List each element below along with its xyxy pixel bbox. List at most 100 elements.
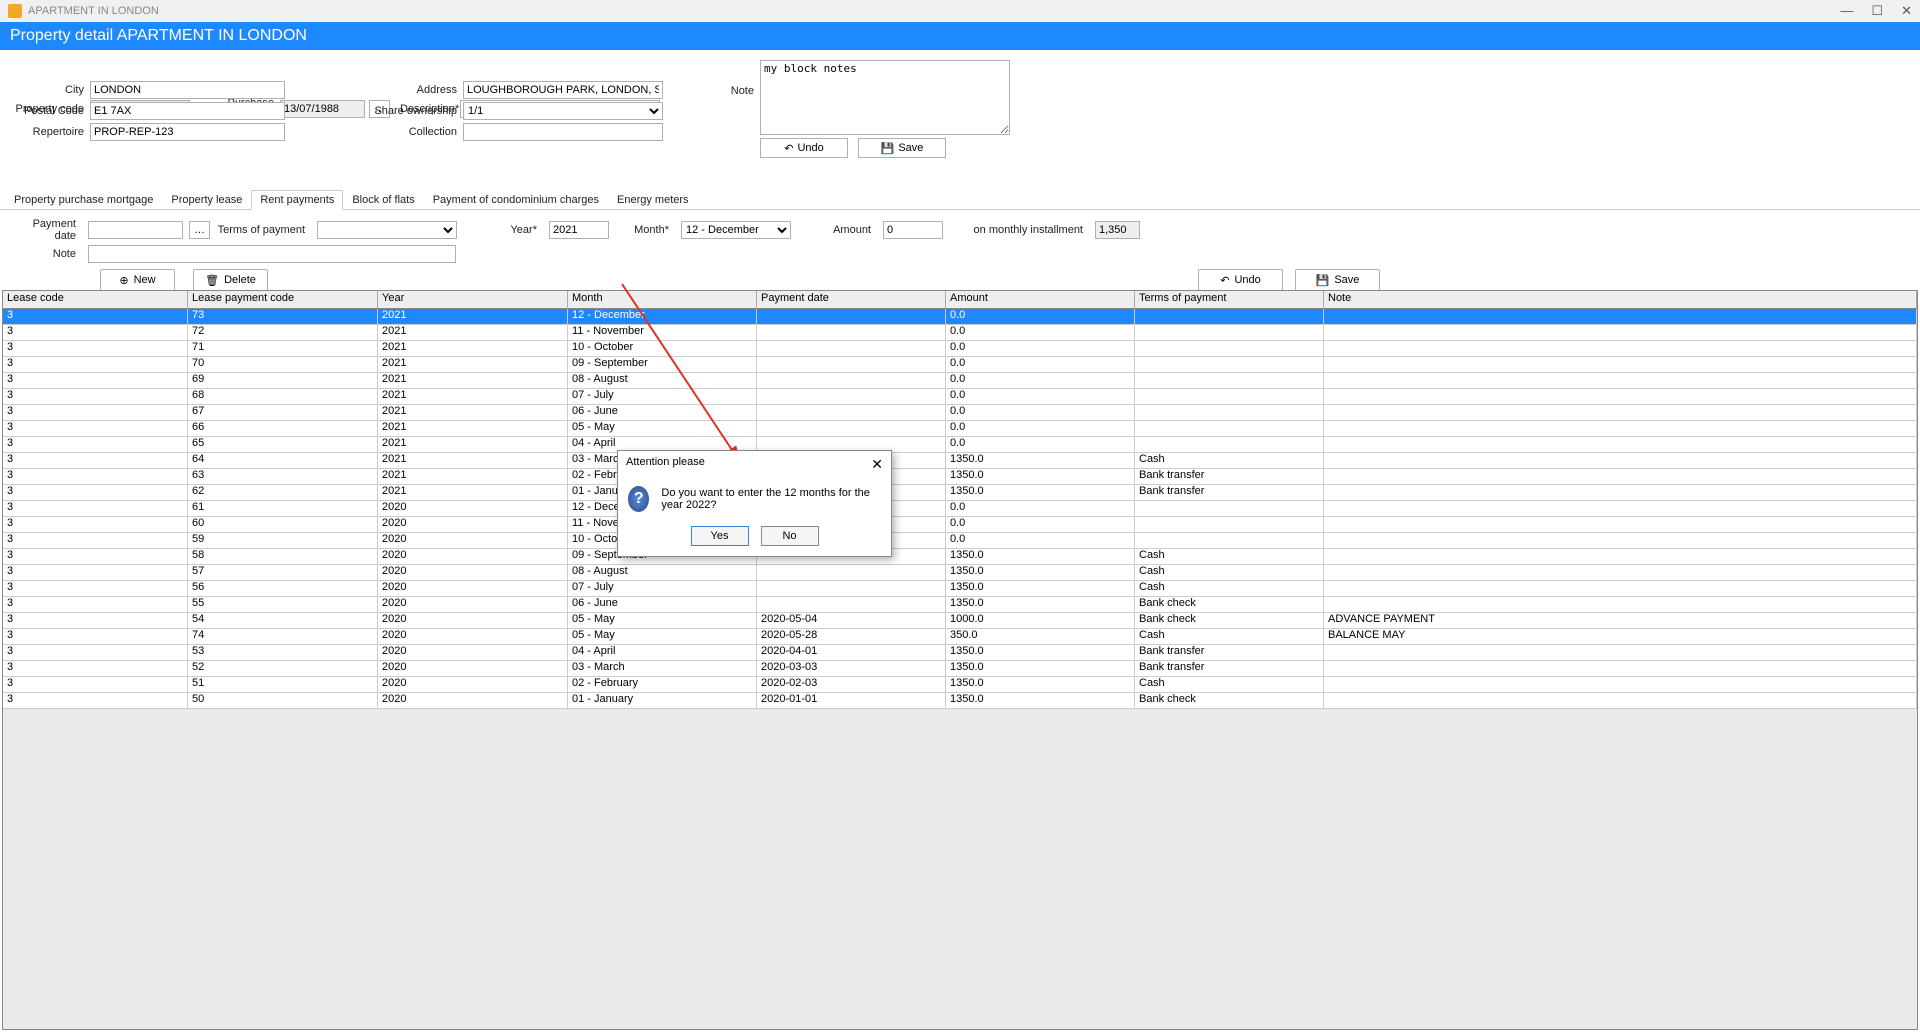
- cell-pdate: 2020-02-03: [757, 677, 946, 692]
- cell-lease: 3: [3, 581, 188, 596]
- dialog-close-button[interactable]: ✕: [871, 456, 883, 473]
- cell-lpc: 54: [188, 613, 378, 628]
- table-row[interactable]: 363202102 - February2021-02-011350.0Bank…: [3, 469, 1917, 485]
- table-row[interactable]: 370202109 - September0.0: [3, 357, 1917, 373]
- year-input[interactable]: [549, 221, 609, 239]
- col-month[interactable]: Month: [568, 291, 757, 308]
- table-row[interactable]: 354202005 - May2020-05-041000.0Bank chec…: [3, 613, 1917, 629]
- table-row[interactable]: 356202007 - July1350.0Cash: [3, 581, 1917, 597]
- share-ownership-select[interactable]: 1/1: [463, 102, 663, 120]
- note-textarea[interactable]: my block notes: [760, 60, 1010, 135]
- cell-lpc: 56: [188, 581, 378, 596]
- cell-year: 2021: [378, 437, 568, 452]
- cell-month: 04 - April: [568, 645, 757, 660]
- col-terms[interactable]: Terms of payment: [1135, 291, 1324, 308]
- payment-date-input[interactable]: [88, 221, 183, 239]
- col-lease-payment-code[interactable]: Lease payment code: [188, 291, 378, 308]
- cell-year: 2021: [378, 405, 568, 420]
- table-row[interactable]: 350202001 - January2020-01-011350.0Bank …: [3, 693, 1917, 709]
- cell-terms: Bank transfer: [1135, 469, 1324, 484]
- cell-lease: 3: [3, 485, 188, 500]
- save-button-top[interactable]: 💾Save: [858, 138, 946, 158]
- minimize-button[interactable]: —: [1840, 3, 1853, 19]
- table-row[interactable]: 357202008 - August1350.0Cash: [3, 565, 1917, 581]
- table-row[interactable]: 355202006 - June1350.0Bank check: [3, 597, 1917, 613]
- table-row[interactable]: 374202005 - May2020-05-28350.0CashBALANC…: [3, 629, 1917, 645]
- cell-terms: Cash: [1135, 565, 1324, 580]
- cell-amt: 1350.0: [946, 661, 1135, 676]
- col-note[interactable]: Note: [1324, 291, 1917, 308]
- cell-lease: 3: [3, 437, 188, 452]
- cell-month: 06 - June: [568, 597, 757, 612]
- tab-condo-charges[interactable]: Payment of condominium charges: [424, 190, 608, 210]
- cell-lpc: 64: [188, 453, 378, 468]
- repertoire-input[interactable]: [90, 123, 285, 141]
- table-row[interactable]: 361202012 - December0.0: [3, 501, 1917, 517]
- table-row[interactable]: 352202003 - March2020-03-031350.0Bank tr…: [3, 661, 1917, 677]
- cell-amt: 1350.0: [946, 597, 1135, 612]
- undo-button[interactable]: ↶Undo: [1198, 269, 1283, 291]
- table-row[interactable]: 372202111 - November0.0: [3, 325, 1917, 341]
- cell-lease: 3: [3, 501, 188, 516]
- col-amount[interactable]: Amount: [946, 291, 1135, 308]
- tab-mortgage[interactable]: Property purchase mortgage: [5, 190, 162, 210]
- monthly-installment-input: [1095, 221, 1140, 239]
- new-button[interactable]: ⊕New: [100, 269, 175, 291]
- address-input[interactable]: [463, 81, 663, 99]
- maximize-button[interactable]: ☐: [1871, 3, 1883, 19]
- tab-block-flats[interactable]: Block of flats: [343, 190, 423, 210]
- undo-button-top[interactable]: ↶Undo: [760, 138, 848, 158]
- tab-lease[interactable]: Property lease: [162, 190, 251, 210]
- table-row[interactable]: 369202108 - August0.0: [3, 373, 1917, 389]
- cell-year: 2020: [378, 597, 568, 612]
- table-row[interactable]: 373202112 - December0.0: [3, 309, 1917, 325]
- tab-rent-payments[interactable]: Rent payments: [251, 190, 343, 210]
- cell-lease: 3: [3, 565, 188, 580]
- table-row[interactable]: 364202103 - March2021-03-041350.0Cash: [3, 453, 1917, 469]
- cell-lpc: 72: [188, 325, 378, 340]
- save-button[interactable]: 💾Save: [1295, 269, 1380, 291]
- cell-month: 06 - June: [568, 405, 757, 420]
- table-row[interactable]: 360202011 - November0.0: [3, 517, 1917, 533]
- page-title: Property detail APARTMENT IN LONDON: [10, 27, 307, 45]
- payment-date-picker-button[interactable]: …: [189, 221, 210, 239]
- col-lease-code[interactable]: Lease code: [3, 291, 188, 308]
- cell-amt: 1350.0: [946, 485, 1135, 500]
- table-row[interactable]: 362202101 - January2021-01-071350.0Bank …: [3, 485, 1917, 501]
- collection-input[interactable]: [463, 123, 663, 141]
- filter-note-input[interactable]: [88, 245, 456, 263]
- cell-lease: 3: [3, 325, 188, 340]
- dialog-no-button[interactable]: No: [761, 526, 819, 546]
- tab-energy-meters[interactable]: Energy meters: [608, 190, 698, 210]
- table-row[interactable]: 365202104 - April0.0: [3, 437, 1917, 453]
- cell-amt: 0.0: [946, 501, 1135, 516]
- col-year[interactable]: Year: [378, 291, 568, 308]
- delete-button[interactable]: 🗑Delete: [193, 269, 268, 291]
- cell-terms: [1135, 437, 1324, 452]
- cell-year: 2020: [378, 629, 568, 644]
- cell-lease: 3: [3, 677, 188, 692]
- cell-year: 2020: [378, 693, 568, 708]
- terms-payment-select[interactable]: [317, 221, 457, 239]
- table-row[interactable]: 353202004 - April2020-04-011350.0Bank tr…: [3, 645, 1917, 661]
- city-input[interactable]: [90, 81, 285, 99]
- close-button[interactable]: ✕: [1901, 3, 1912, 19]
- cell-amt: 0.0: [946, 405, 1135, 420]
- table-row[interactable]: 366202105 - May0.0: [3, 421, 1917, 437]
- table-row[interactable]: 371202110 - October0.0: [3, 341, 1917, 357]
- table-row[interactable]: 359202010 - October0.0: [3, 533, 1917, 549]
- col-payment-date[interactable]: Payment date: [757, 291, 946, 308]
- postal-code-input[interactable]: [90, 102, 285, 120]
- save-icon: 💾: [881, 142, 895, 155]
- cell-note: ADVANCE PAYMENT: [1324, 613, 1917, 628]
- cell-pdate: [757, 373, 946, 388]
- month-select[interactable]: 12 - December: [681, 221, 791, 239]
- table-row[interactable]: 358202009 - September1350.0Cash: [3, 549, 1917, 565]
- table-row[interactable]: 351202002 - February2020-02-031350.0Cash: [3, 677, 1917, 693]
- table-row[interactable]: 368202107 - July0.0: [3, 389, 1917, 405]
- cell-month: 01 - January: [568, 693, 757, 708]
- cell-pdate: [757, 309, 946, 324]
- table-row[interactable]: 367202106 - June0.0: [3, 405, 1917, 421]
- amount-input[interactable]: [883, 221, 943, 239]
- dialog-yes-button[interactable]: Yes: [691, 526, 749, 546]
